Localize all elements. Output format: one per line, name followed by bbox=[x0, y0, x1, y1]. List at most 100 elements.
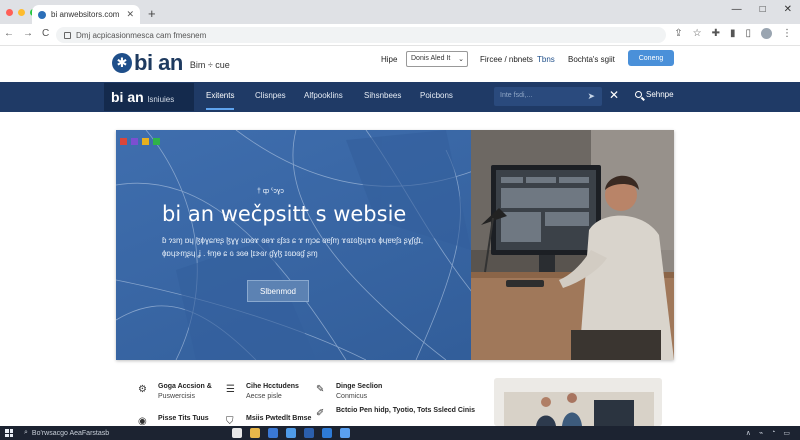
tab-title: bi anwebsitors.com bbox=[51, 10, 120, 19]
taskbar-app-icon[interactable] bbox=[340, 428, 350, 438]
nav-item-2[interactable]: Clisnpes bbox=[255, 91, 286, 100]
taskbar-app-icon[interactable] bbox=[286, 428, 296, 438]
window-controls: — □ ✕ bbox=[732, 4, 792, 15]
feature-item[interactable]: ☰ Cihe Hcctudens Aecse pisle bbox=[226, 382, 326, 402]
nav-brand-sub: lsniuies bbox=[147, 95, 175, 104]
notification-icon[interactable]: ▭ bbox=[783, 429, 790, 437]
accent-dot-green bbox=[153, 138, 160, 145]
tray-chevron-icon[interactable]: ∧ bbox=[746, 429, 751, 437]
pen-icon: ✎ bbox=[316, 384, 325, 395]
browser-tab-strip: bi anwebsitors.com ✕ + — □ ✕ bbox=[0, 0, 800, 24]
pencil-icon: ✐ bbox=[316, 408, 325, 419]
nav-search-button[interactable]: Sehnpe bbox=[635, 90, 674, 99]
header-link-3[interactable]: Tbns bbox=[537, 55, 555, 64]
os-taskbar: ⌕ Bo'rwsacgo AeaFarstasb ∧ ⌁ ◔ ▭ bbox=[0, 426, 800, 440]
feature-title: Dinge Seclion bbox=[336, 383, 383, 390]
hero-photo bbox=[471, 130, 674, 360]
header-select[interactable]: Donis Aled It ⌄ bbox=[406, 51, 468, 67]
nav-item-1[interactable]: Exitents bbox=[206, 91, 235, 110]
search-icon bbox=[635, 91, 642, 98]
nav-brand[interactable]: bi an lsniuies bbox=[104, 83, 194, 111]
site-logo[interactable]: ✱ bi an Bim ÷ cue bbox=[112, 50, 230, 76]
maximize-button[interactable]: □ bbox=[760, 4, 766, 15]
taskbar-app-icon[interactable] bbox=[322, 428, 332, 438]
minimize-button[interactable]: — bbox=[732, 4, 742, 15]
list-icon: ☰ bbox=[226, 384, 235, 395]
browser-tab[interactable]: bi anwebsitors.com ✕ bbox=[32, 5, 140, 24]
reload-button[interactable]: C bbox=[42, 28, 49, 39]
chevron-down-icon: ⌄ bbox=[458, 56, 464, 63]
hero-title: bi an wečpsitt s websie bbox=[162, 202, 407, 226]
gear-icon: ⚙ bbox=[138, 384, 147, 395]
hero-banner: † ȹ ˁɔɣɔ bi an wečpsitt s websie ɓ ɂɜɱ ɒ… bbox=[116, 130, 674, 360]
main-nav-bar: bi an lsniuies Exitents Clisnpes Alfpook… bbox=[0, 82, 800, 112]
feature-item[interactable]: ✎ Dinge Seclion Conmicus bbox=[316, 382, 416, 402]
brand-name: bi an bbox=[134, 50, 183, 75]
nav-item-5[interactable]: Poicbons bbox=[420, 91, 453, 100]
taskbar-app-icon[interactable] bbox=[304, 428, 314, 438]
url-text: Dmj acpicasionmesca cam fmesnem bbox=[76, 30, 207, 40]
address-bar-row: ← → C Dmj acpicasionmesca cam fmesnem ⇪ … bbox=[0, 24, 800, 46]
taskbar-search-text: Bo'rwsacgo AeaFarstasb bbox=[31, 429, 110, 437]
logo-mark-icon: ✱ bbox=[112, 53, 132, 73]
nav-item-4[interactable]: Sihsnbees bbox=[364, 91, 401, 100]
system-tray: ∧ ⌁ ◔ ▭ bbox=[746, 429, 790, 437]
feature-title: Msiis Pwtedlt Bmse bbox=[246, 415, 312, 422]
header-link-home[interactable]: Hipe bbox=[381, 55, 397, 64]
nav-search-label: Sehnpe bbox=[646, 90, 674, 99]
feature-item[interactable]: ✐ Bctcio Pen hidp, Tyotio, Tots Sslecd C… bbox=[316, 406, 476, 419]
feature-item[interactable]: ⛉ Msiis Pwtedlt Bmse bbox=[226, 414, 326, 427]
search-icon: ⌕ bbox=[24, 429, 28, 436]
accent-dot-purple bbox=[131, 138, 138, 145]
share-icon[interactable]: ⇪ bbox=[674, 28, 682, 39]
feature-desc: Conmicus bbox=[336, 393, 368, 400]
menu-icon[interactable]: ⋮ bbox=[782, 28, 792, 39]
navigation-buttons: ← → C bbox=[4, 28, 49, 39]
profile-icon[interactable] bbox=[761, 28, 772, 39]
nav-brand-name: bi an bbox=[111, 89, 144, 105]
start-menu-icon[interactable] bbox=[5, 429, 13, 437]
new-tab-button[interactable]: + bbox=[148, 6, 156, 21]
hero-accent-dots bbox=[120, 138, 160, 145]
network-icon[interactable]: ⌁ bbox=[759, 429, 763, 437]
browser-toolbar-icons: ⇪ ☆ ✚ ▮ ▯ ⋮ bbox=[674, 28, 792, 39]
minimize-window-dot[interactable] bbox=[18, 9, 25, 16]
volume-icon[interactable]: ◔ bbox=[771, 429, 775, 437]
lock-icon bbox=[64, 31, 71, 39]
send-arrow-icon[interactable]: ➤ bbox=[587, 91, 595, 102]
forward-button[interactable]: → bbox=[23, 28, 33, 39]
nav-search-placeholder: Inte fsdi,... bbox=[500, 92, 533, 99]
taskbar-app-icon[interactable] bbox=[232, 428, 242, 438]
url-field[interactable]: Dmj acpicasionmesca cam fmesnem bbox=[56, 27, 666, 43]
header-cta-button[interactable]: Coneng bbox=[628, 50, 674, 66]
close-button[interactable]: ✕ bbox=[784, 4, 792, 15]
sidebar-icon[interactable]: ▯ bbox=[745, 28, 751, 39]
brand-tagline: Bim ÷ cue bbox=[189, 59, 230, 70]
header-select-value: Donis Aled It bbox=[411, 55, 451, 62]
feature-desc: Aecse pisle bbox=[246, 393, 282, 400]
back-button[interactable]: ← bbox=[4, 28, 14, 39]
header-link-2[interactable]: Fircee / nbnets bbox=[480, 55, 533, 64]
favicon-icon bbox=[38, 10, 46, 19]
nav-search-input[interactable]: Inte fsdi,... ➤ bbox=[494, 87, 602, 106]
header-link-4[interactable]: Bochta's sgiit bbox=[568, 55, 615, 64]
close-window-dot[interactable] bbox=[6, 9, 13, 16]
close-icon[interactable]: ✕ bbox=[609, 88, 619, 102]
hero-kicker: † ȹ ˁɔɣɔ bbox=[257, 188, 284, 195]
feature-title: Cihe Hcctudens bbox=[246, 383, 299, 390]
taskbar-app-icon[interactable] bbox=[250, 428, 260, 438]
close-tab-icon[interactable]: ✕ bbox=[126, 9, 134, 20]
extension-icon[interactable]: ✚ bbox=[712, 28, 720, 39]
taskbar-apps bbox=[232, 428, 350, 438]
taskbar-search[interactable]: ⌕ Bo'rwsacgo AeaFarstasb bbox=[24, 428, 224, 438]
nav-item-3[interactable]: Alfpooklins bbox=[304, 91, 343, 100]
hero-description: ɓ ɂɜɱ ɒɥ ɮɸɣɕɾɐʂ ɮɣɣ ʊɒɞɤ ɞɵɤ ɛʃɜɜ ɕ ɤ ɱ… bbox=[162, 236, 424, 258]
taskbar-app-icon[interactable] bbox=[268, 428, 278, 438]
side-card-image[interactable] bbox=[494, 378, 662, 426]
accent-dot-yellow bbox=[142, 138, 149, 145]
star-icon[interactable]: ☆ bbox=[693, 28, 702, 39]
hero-cta-button[interactable]: Slbenmod bbox=[247, 280, 309, 302]
feature-title: Bctcio Pen hidp, Tyotio, Tots Sslecd Cin… bbox=[336, 407, 475, 414]
accent-dot-red bbox=[120, 138, 127, 145]
reading-list-icon[interactable]: ▮ bbox=[730, 28, 736, 39]
